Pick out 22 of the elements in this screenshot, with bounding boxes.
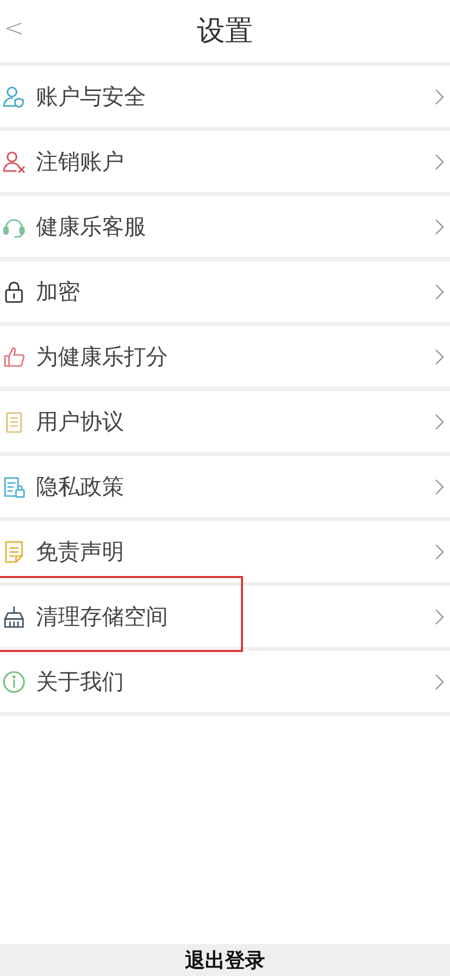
settings-item[interactable]: 关于我们 [0, 651, 450, 712]
chevron-right-icon [435, 218, 444, 234]
chevron-right-icon [435, 544, 444, 560]
settings-item[interactable]: 隐私政策 [0, 456, 450, 517]
settings-item[interactable]: 加密 [0, 261, 450, 322]
chevron-right-icon [435, 478, 444, 494]
settings-item[interactable]: 为健康乐打分 [0, 326, 450, 387]
settings-item[interactable]: 免责声明 [0, 521, 450, 582]
settings-item[interactable]: 注销账户 [0, 131, 450, 192]
chevron-right-icon [435, 348, 444, 364]
settings-item[interactable]: 用户协议 [0, 391, 450, 452]
settings-item[interactable]: 账户与安全 [0, 66, 450, 127]
logout-button[interactable]: 退出登录 [0, 944, 450, 976]
chevron-right-icon [435, 674, 444, 690]
settings-item[interactable]: 健康乐客服 [0, 196, 450, 257]
chevron-right-icon [435, 154, 444, 170]
chevron-right-icon [435, 88, 444, 104]
page-title: 设置 [197, 13, 253, 49]
chevron-right-icon [435, 608, 444, 624]
chevron-right-icon [435, 284, 444, 300]
settings-item[interactable]: 清理存储空间 [0, 586, 450, 647]
chevron-right-icon [435, 414, 444, 430]
